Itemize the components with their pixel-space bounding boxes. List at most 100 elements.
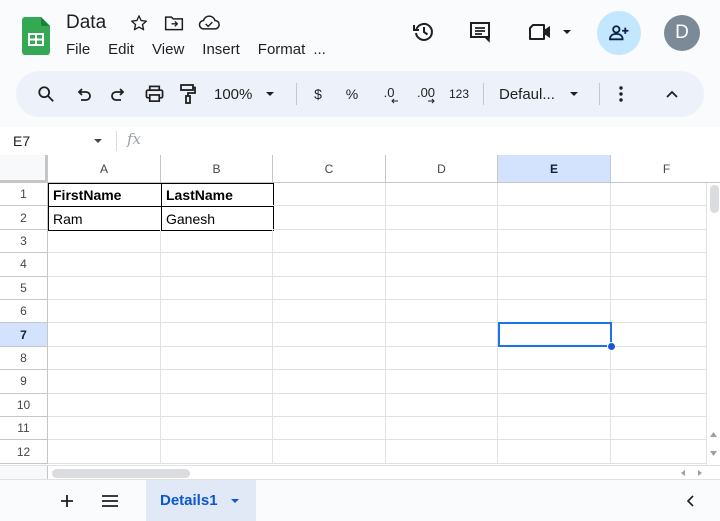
- cell-e10[interactable]: [498, 393, 611, 417]
- name-box[interactable]: E7: [13, 133, 30, 149]
- cell-f4[interactable]: [611, 253, 720, 277]
- cell-a6[interactable]: [48, 300, 161, 324]
- cell-c2[interactable]: [273, 206, 386, 230]
- cell-f9[interactable]: [611, 370, 720, 394]
- cell-a5[interactable]: [48, 276, 161, 300]
- cell-e1[interactable]: [498, 183, 611, 207]
- star-icon[interactable]: [128, 12, 150, 34]
- cell-c10[interactable]: [273, 393, 386, 417]
- cell-c3[interactable]: [273, 229, 386, 254]
- cell-d11[interactable]: [386, 417, 498, 441]
- redo-icon[interactable]: [106, 71, 130, 117]
- cell-e3[interactable]: [498, 229, 611, 254]
- cell-f10[interactable]: [611, 394, 720, 417]
- cell-c1[interactable]: [273, 183, 386, 207]
- decrease-decimal-button[interactable]: .0: [376, 71, 402, 117]
- cell-b2[interactable]: Ganesh: [161, 206, 274, 231]
- row-header-10[interactable]: 10: [0, 393, 48, 417]
- comments-icon[interactable]: [466, 18, 494, 46]
- version-history-icon[interactable]: [410, 18, 438, 46]
- cell-b1[interactable]: LastName: [161, 183, 274, 208]
- cell-a7[interactable]: [48, 323, 161, 347]
- undo-icon[interactable]: [72, 71, 96, 117]
- scroll-up-icon[interactable]: [710, 432, 717, 437]
- cell-a1[interactable]: FirstName: [48, 183, 162, 208]
- cell-d6[interactable]: [386, 300, 498, 324]
- menu-more[interactable]: ...: [313, 41, 326, 58]
- cell-e2[interactable]: [498, 206, 611, 230]
- cell-a12[interactable]: [48, 440, 161, 464]
- more-formats-button[interactable]: 123: [446, 71, 472, 117]
- cell-b7[interactable]: [161, 323, 273, 347]
- menu-view[interactable]: View: [152, 41, 184, 58]
- document-title[interactable]: Data: [66, 12, 106, 34]
- currency-format-button[interactable]: $: [308, 71, 328, 117]
- account-avatar[interactable]: D: [664, 15, 700, 51]
- row-header-2[interactable]: 2: [0, 206, 48, 230]
- cell-f2[interactable]: [611, 206, 720, 230]
- chevron-down-icon[interactable]: [93, 138, 103, 144]
- cell-a4[interactable]: [48, 253, 161, 277]
- cell-d9[interactable]: [386, 370, 498, 394]
- all-sheets-button[interactable]: [97, 488, 123, 514]
- row-header-8[interactable]: 8: [0, 346, 48, 371]
- row-header-5[interactable]: 5: [0, 276, 48, 300]
- formula-input[interactable]: [150, 129, 710, 153]
- cell-c6[interactable]: [273, 300, 386, 324]
- horizontal-scrollbar[interactable]: [0, 465, 720, 480]
- row-header-6[interactable]: 6: [0, 300, 48, 324]
- column-header-d[interactable]: D: [386, 155, 498, 183]
- increase-decimal-button[interactable]: .00: [412, 71, 440, 117]
- vertical-scroll-thumb[interactable]: [710, 185, 719, 213]
- print-icon[interactable]: [142, 71, 166, 117]
- cell-b5[interactable]: [161, 276, 273, 300]
- paint-format-icon[interactable]: [176, 71, 200, 117]
- column-header-e[interactable]: E: [498, 155, 611, 183]
- cell-e9[interactable]: [498, 370, 611, 394]
- cell-c12[interactable]: [273, 440, 386, 464]
- cell-a10[interactable]: [48, 393, 161, 417]
- cell-e12[interactable]: [498, 440, 611, 464]
- cell-c7[interactable]: [273, 323, 386, 347]
- row-header-1[interactable]: 1: [0, 183, 48, 207]
- cell-f11[interactable]: [611, 417, 720, 441]
- cell-d3[interactable]: [386, 229, 498, 254]
- fill-handle[interactable]: [607, 341, 616, 351]
- cell-d2[interactable]: [386, 206, 498, 230]
- cell-d12[interactable]: [386, 440, 498, 464]
- cell-b8[interactable]: [161, 346, 273, 371]
- cell-c11[interactable]: [273, 417, 386, 441]
- cell-d5[interactable]: [386, 276, 498, 300]
- cell-f8[interactable]: [611, 347, 720, 371]
- cell-a8[interactable]: [48, 346, 161, 371]
- search-menus-icon[interactable]: [34, 71, 58, 117]
- column-header-a[interactable]: A: [48, 155, 161, 183]
- add-sheet-button[interactable]: [54, 488, 80, 514]
- scroll-right-icon[interactable]: [697, 470, 703, 476]
- cell-b3[interactable]: [161, 229, 273, 254]
- row-header-4[interactable]: 4: [0, 253, 48, 277]
- more-options-icon[interactable]: [612, 71, 630, 117]
- horizontal-scroll-thumb[interactable]: [52, 469, 190, 478]
- cell-c5[interactable]: [273, 276, 386, 300]
- cell-b11[interactable]: [161, 417, 273, 441]
- cell-d4[interactable]: [386, 253, 498, 277]
- percent-format-button[interactable]: %: [342, 71, 362, 117]
- cell-e6[interactable]: [498, 300, 611, 324]
- cell-a3[interactable]: [48, 229, 161, 254]
- menu-edit[interactable]: Edit: [108, 41, 134, 58]
- cell-c9[interactable]: [273, 370, 386, 394]
- cell-d10[interactable]: [386, 393, 498, 417]
- row-header-9[interactable]: 9: [0, 370, 48, 394]
- cell-c4[interactable]: [273, 253, 386, 277]
- share-button[interactable]: [597, 11, 641, 55]
- meet-button[interactable]: [526, 18, 574, 46]
- vertical-scrollbar[interactable]: [706, 183, 720, 465]
- collapse-toolbar-icon[interactable]: [661, 71, 683, 117]
- column-header-c[interactable]: C: [273, 155, 386, 183]
- cell-b6[interactable]: [161, 300, 273, 324]
- move-folder-icon[interactable]: [163, 12, 185, 34]
- font-select[interactable]: Defaul...: [499, 71, 581, 117]
- cell-b12[interactable]: [161, 440, 273, 464]
- column-header-f[interactable]: F: [611, 155, 720, 183]
